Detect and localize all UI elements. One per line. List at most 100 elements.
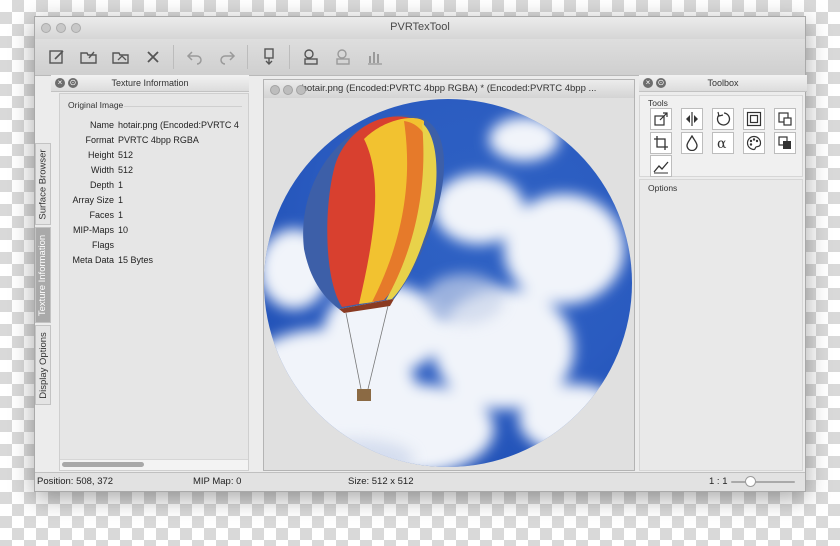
info-row: Format PVRTC 4bpp RGBA — [60, 135, 250, 149]
encode-icon — [264, 48, 274, 65]
close-button[interactable] — [141, 45, 165, 69]
app-window: PVRTexTool × ⊙ Texture Information Surfa… — [34, 16, 807, 492]
copy-channel-tool[interactable] — [774, 108, 796, 130]
info-value: 1 — [118, 180, 124, 190]
panel-float-icon[interactable]: ⊙ — [68, 78, 78, 88]
zoom-slider-track[interactable] — [731, 481, 795, 483]
rotate-tool[interactable] — [712, 108, 734, 130]
options-label: Options — [648, 183, 678, 193]
original-image-label: Original Image — [68, 100, 124, 110]
document-title-bar: hotair.png (Encoded:PVRTC 4bpp RGBA) * (… — [264, 80, 634, 99]
redo-icon — [220, 51, 236, 65]
mip-map-level: MIP Map: 0 — [193, 476, 242, 487]
document-title: hotair.png (Encoded:PVRTC 4bpp RGBA) * (… — [301, 83, 597, 94]
compress-button[interactable] — [299, 45, 323, 69]
texture-info-panel-title: × ⊙ Texture Information — [51, 75, 249, 92]
encode-button[interactable] — [257, 45, 281, 69]
toolbar-separator — [247, 45, 248, 69]
info-value: 1 — [118, 195, 124, 205]
close-icon — [147, 51, 159, 63]
cursor-position: Position: 508, 372 — [37, 476, 114, 487]
border-icon — [746, 111, 762, 127]
flip-tool[interactable] — [681, 108, 703, 130]
tab-surface-browser-label: Surface Browser — [37, 148, 49, 220]
texture-info-title: Texture Information — [111, 78, 189, 88]
tab-display-options-label: Display Options — [37, 331, 49, 399]
options-group: Options — [639, 179, 803, 471]
panel-close-icon[interactable]: × — [643, 78, 653, 88]
info-key: Flags — [91, 240, 114, 250]
info-value: 512 — [118, 150, 134, 160]
tab-display-options[interactable]: Display Options — [35, 325, 51, 405]
panel-float-icon[interactable]: ⊙ — [656, 78, 666, 88]
panel-close-icon[interactable]: × — [55, 78, 65, 88]
compress-alt-button[interactable] — [331, 45, 355, 69]
info-value: hotair.png (Encoded:PVRTC 4 — [118, 120, 239, 130]
open-icon — [80, 51, 97, 64]
info-key: Height — [87, 150, 114, 160]
layers-icon — [778, 136, 791, 149]
info-key: Name — [89, 120, 114, 130]
compress-icon — [304, 49, 318, 65]
open-button[interactable] — [77, 45, 101, 69]
border-tool[interactable] — [743, 108, 765, 130]
chart-tool[interactable] — [650, 155, 672, 177]
info-row: Width 512 — [60, 165, 250, 179]
info-value: 512 — [118, 165, 134, 175]
tools-label: Tools — [648, 98, 668, 108]
alpha-icon: α — [717, 136, 727, 151]
open-folder-icon — [112, 52, 129, 64]
resize-tool[interactable] — [650, 108, 672, 130]
palette-tool[interactable] — [743, 132, 765, 154]
crop-icon — [654, 136, 668, 150]
tab-texture-information[interactable]: Texture Information — [35, 227, 51, 323]
open-folder-button[interactable] — [109, 45, 133, 69]
crop-tool[interactable] — [650, 132, 672, 154]
info-row: Height 512 — [60, 150, 250, 164]
tab-surface-browser[interactable]: Surface Browser — [35, 143, 51, 225]
main-toolbar — [35, 39, 805, 76]
water-drop-tool[interactable] — [681, 132, 703, 154]
info-row: Faces 1 — [60, 210, 250, 224]
document-close-button[interactable] — [270, 85, 280, 95]
toolbox-title: Toolbox — [707, 78, 739, 88]
info-row: Flags — [60, 240, 250, 254]
resize-icon — [654, 112, 668, 126]
rotate-icon — [716, 111, 731, 126]
document-zoom-button[interactable] — [296, 85, 306, 95]
histogram-button[interactable] — [363, 45, 387, 69]
document-window: hotair.png (Encoded:PVRTC 4bpp RGBA) * (… — [263, 79, 635, 471]
redo-button[interactable] — [215, 45, 239, 69]
layers-tool[interactable] — [774, 132, 796, 154]
zoom-slider-knob[interactable] — [745, 476, 756, 487]
flip-icon — [686, 112, 698, 126]
info-key: Width — [90, 165, 114, 175]
info-row: Name hotair.png (Encoded:PVRTC 4 — [60, 120, 250, 134]
water-drop-icon — [686, 135, 698, 151]
scrollbar-thumb[interactable] — [62, 462, 144, 467]
undo-icon — [186, 51, 202, 65]
new-button[interactable] — [45, 45, 69, 69]
window-title: PVRTexTool — [390, 21, 450, 33]
info-row: Meta Data 15 Bytes — [60, 255, 250, 269]
document-minimize-button[interactable] — [283, 85, 293, 95]
info-key: MIP-Maps — [72, 225, 114, 235]
info-key: Array Size — [72, 195, 114, 205]
texture-size: Size: 512 x 512 — [348, 476, 414, 487]
horizontal-scrollbar[interactable] — [60, 459, 248, 470]
palette-icon — [746, 135, 762, 151]
info-value: 15 Bytes — [118, 255, 154, 265]
zoom-level: 1 : 1 — [709, 476, 728, 487]
status-bar: Position: 508, 372 MIP Map: 0 Size: 512 … — [35, 472, 805, 491]
info-row: Array Size 1 — [60, 195, 250, 209]
texture-canvas[interactable] — [264, 98, 634, 470]
info-value: PVRTC 4bpp RGBA — [118, 135, 199, 145]
info-key: Depth — [89, 180, 114, 190]
info-value: 1 — [118, 210, 124, 220]
toolbar-separator — [289, 45, 290, 69]
tools-group: Tools α — [639, 95, 803, 177]
alpha-tool[interactable]: α — [712, 132, 734, 154]
undo-button[interactable] — [183, 45, 207, 69]
info-key: Format — [85, 135, 114, 145]
info-key: Meta Data — [72, 255, 114, 265]
